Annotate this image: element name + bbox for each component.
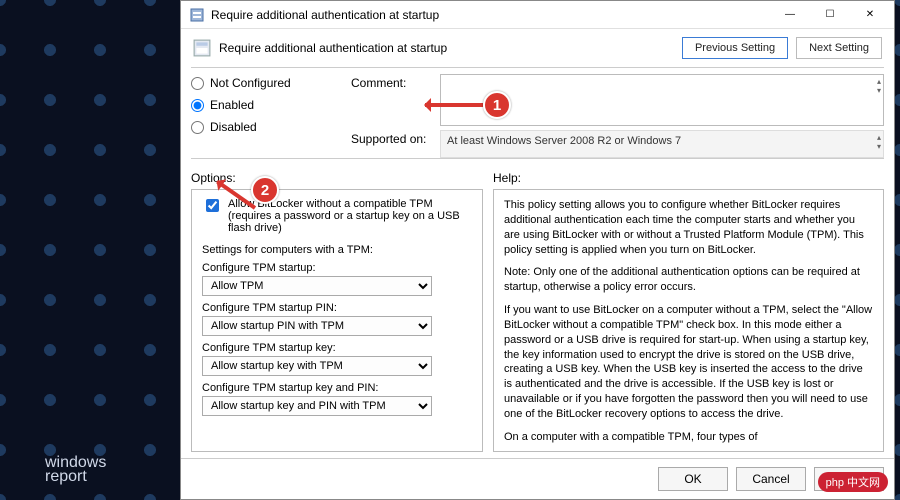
next-setting-button[interactable]: Next Setting xyxy=(796,37,882,59)
policy-title: Require additional authentication at sta… xyxy=(219,41,674,55)
tpm-startup-key-label: Configure TPM startup key: xyxy=(202,342,472,354)
annotation-badge-2: 2 xyxy=(251,176,279,204)
options-label: Options: xyxy=(191,171,483,185)
window-title: Require additional authentication at sta… xyxy=(211,8,770,22)
state-radios: Not Configured Enabled Disabled xyxy=(191,74,341,158)
tpm-startup-keypin-label: Configure TPM startup key and PIN: xyxy=(202,382,472,394)
close-button[interactable]: ✕ xyxy=(850,2,890,28)
help-paragraph: Note: Only one of the additional authent… xyxy=(504,265,873,295)
titlebar: Require additional authentication at sta… xyxy=(181,1,894,29)
minimize-button[interactable]: ― xyxy=(770,2,810,28)
help-label: Help: xyxy=(493,171,521,185)
radio-not-configured[interactable]: Not Configured xyxy=(191,76,341,90)
scroll-arrows-icon[interactable]: ▴▾ xyxy=(877,77,881,95)
previous-setting-button[interactable]: Previous Setting xyxy=(682,37,788,59)
annotation-badge-1: 1 xyxy=(483,91,511,119)
tpm-startup-select[interactable]: Allow TPM xyxy=(202,276,432,296)
policy-header: Require additional authentication at sta… xyxy=(181,29,894,67)
tpm-section-title: Settings for computers with a TPM: xyxy=(202,244,472,256)
supported-label: Supported on: xyxy=(351,130,436,146)
radio-disabled[interactable]: Disabled xyxy=(191,120,341,134)
policy-window-icon xyxy=(189,7,205,23)
divider xyxy=(191,67,884,68)
radio-label: Not Configured xyxy=(210,76,291,90)
divider xyxy=(191,158,884,159)
watermark-php: php 中文网 xyxy=(818,472,888,492)
allow-bitlocker-no-tpm-checkbox[interactable]: Allow BitLocker without a compatible TPM… xyxy=(202,198,472,234)
dialog-footer: OK Cancel Apply xyxy=(181,458,894,499)
tpm-startup-pin-select[interactable]: Allow startup PIN with TPM xyxy=(202,316,432,336)
watermark-windowsreport: windows report xyxy=(45,455,106,485)
radio-label: Disabled xyxy=(210,120,257,134)
cancel-button[interactable]: Cancel xyxy=(736,467,806,491)
comment-label: Comment: xyxy=(351,74,436,90)
options-panel: Allow BitLocker without a compatible TPM… xyxy=(191,189,483,452)
radio-enabled[interactable]: Enabled xyxy=(191,98,341,112)
checkbox-input[interactable] xyxy=(206,199,219,212)
ok-button[interactable]: OK xyxy=(658,467,728,491)
policy-icon xyxy=(193,39,211,57)
panel-headers: Options: Help: xyxy=(181,165,894,189)
tpm-startup-key-select[interactable]: Allow startup key with TPM xyxy=(202,356,432,376)
help-paragraph: This policy setting allows you to config… xyxy=(504,198,873,257)
tpm-startup-keypin-select[interactable]: Allow startup key and PIN with TPM xyxy=(202,396,432,416)
help-paragraph: If you want to use BitLocker on a comput… xyxy=(504,303,873,422)
state-and-comment-row: Not Configured Enabled Disabled Comment:… xyxy=(181,74,894,158)
help-panel: This policy setting allows you to config… xyxy=(493,189,884,452)
radio-label: Enabled xyxy=(210,98,254,112)
maximize-button[interactable]: ☐ xyxy=(810,2,850,28)
tpm-startup-label: Configure TPM startup: xyxy=(202,262,472,274)
scroll-arrows-icon[interactable]: ▴▾ xyxy=(877,133,881,151)
annotation-arrow xyxy=(425,103,483,107)
help-paragraph: On a computer with a compatible TPM, fou… xyxy=(504,430,873,445)
tpm-startup-pin-label: Configure TPM startup PIN: xyxy=(202,302,472,314)
policy-editor-window: Require additional authentication at sta… xyxy=(180,0,895,500)
supported-on-value: At least Windows Server 2008 R2 or Windo… xyxy=(440,130,884,158)
